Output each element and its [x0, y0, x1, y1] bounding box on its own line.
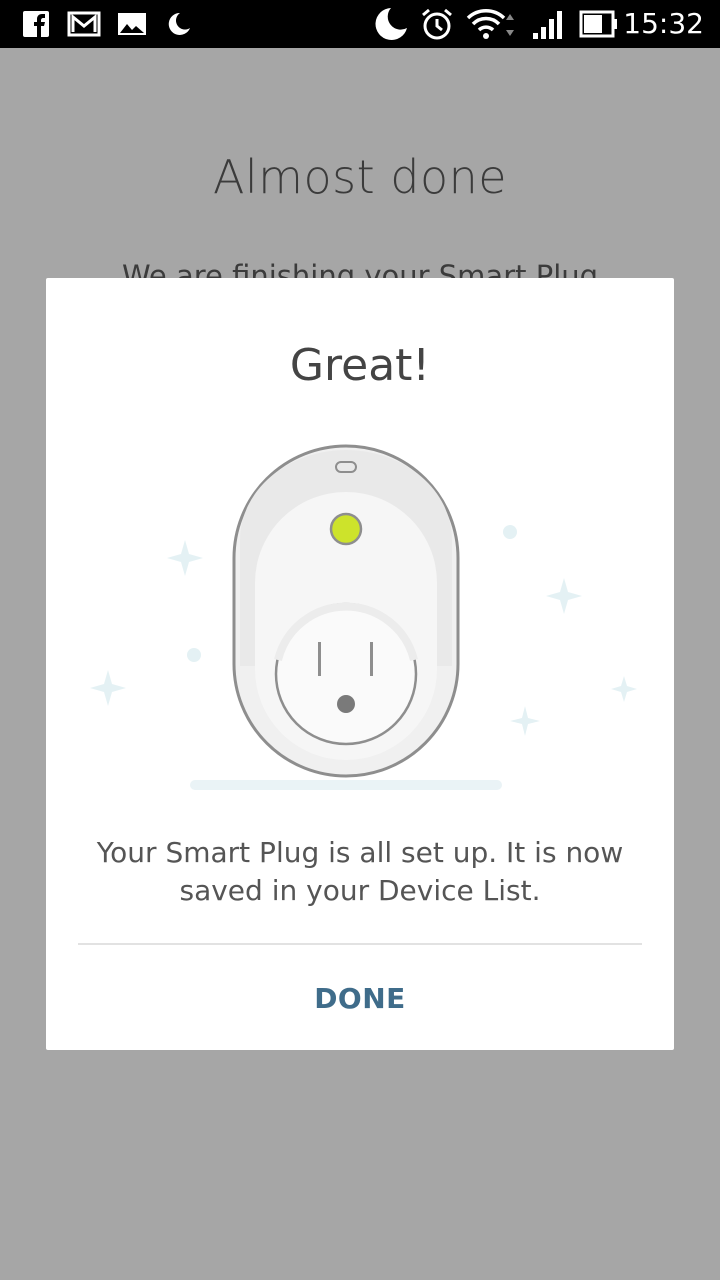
- gallery-icon: [116, 0, 148, 48]
- status-time: 15:32: [623, 7, 704, 40]
- do-not-disturb-icon: [372, 0, 410, 48]
- wifi-icon: [464, 0, 520, 48]
- dialog-title: Great!: [289, 340, 431, 391]
- dialog-divider: [78, 943, 642, 945]
- done-button[interactable]: DONE: [46, 950, 674, 1046]
- smart-plug-icon: [232, 444, 460, 778]
- smart-plug-illustration: [90, 444, 637, 790]
- plug-shadow: [190, 780, 502, 790]
- signal-icon: [528, 0, 568, 48]
- gmail-icon: [66, 0, 102, 48]
- background-text: We are finishing your Smart Plug: [121, 259, 599, 278]
- status-bar: 15:32: [0, 0, 720, 48]
- background-title: Almost done: [212, 150, 508, 204]
- battery-icon: [578, 0, 620, 48]
- dialog-message: Your Smart Plug is all set up. It is now…: [96, 836, 624, 907]
- facebook-icon: [20, 0, 52, 48]
- moon-icon: [164, 0, 194, 48]
- alarm-icon: [418, 0, 456, 48]
